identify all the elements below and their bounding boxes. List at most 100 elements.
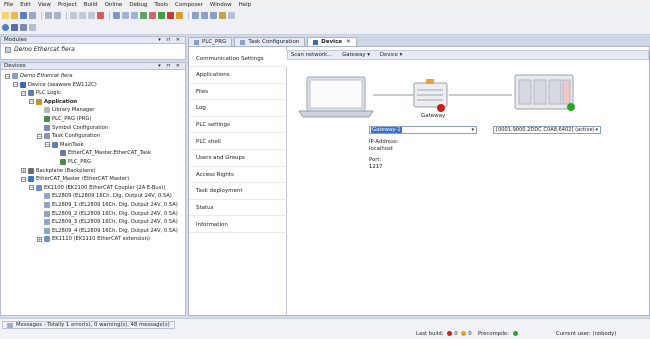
tree-item[interactable]: Library Manager [37, 106, 95, 114]
tree-item[interactable]: − PLC Logic [21, 89, 61, 97]
panel-controls-icon[interactable]: ▾ ⊓ ✕ [158, 37, 182, 43]
messages-tab[interactable]: Messages - Totally 1 error(s), 0 warning… [2, 321, 175, 329]
build-icon[interactable] [122, 12, 129, 19]
modules-panel-header: Modules ▾ ⊓ ✕ [0, 36, 186, 44]
menu-project[interactable]: Project [58, 2, 77, 8]
login-icon[interactable] [140, 12, 147, 19]
tree-item[interactable]: EL2809_1 (EL2809 16Ch. Dig. Output 24V, … [37, 201, 178, 209]
tree-item[interactable]: + Backplane (Backplane) [21, 167, 96, 175]
tree-item[interactable]: Symbol Configuration [37, 124, 108, 132]
device-tab-users-and-groups[interactable]: Users and Groups [189, 151, 287, 167]
close-icon[interactable]: ✕ [346, 39, 351, 45]
write-values-icon[interactable] [228, 12, 235, 19]
device-tab-task-deployment[interactable]: Task deployment [189, 184, 287, 200]
expand-icon[interactable]: + [37, 236, 42, 242]
device-icon[interactable] [2, 24, 9, 31]
print-icon[interactable] [29, 12, 36, 19]
tree-item[interactable]: PLC_PRG [53, 158, 91, 166]
tree-item[interactable]: EL2809_4 (EL2809 16Ch. Dig. Output 24V, … [37, 227, 178, 235]
device-tab-information[interactable]: Information [189, 217, 287, 233]
scan-network-button[interactable]: Scan network... [291, 52, 332, 58]
tree-item[interactable]: − MainTask [45, 141, 84, 149]
tools-icon[interactable] [20, 24, 27, 31]
collapse-icon[interactable]: − [45, 142, 50, 148]
error-count: 0 [454, 331, 458, 337]
node-icon [44, 133, 50, 140]
collapse-icon[interactable]: − [13, 82, 18, 88]
tree-item[interactable]: EL2809_2 (EL2809 16Ch. Dig. Output 24V, … [37, 210, 178, 218]
stop-icon[interactable] [167, 12, 174, 19]
delete-icon[interactable] [97, 12, 104, 19]
reset-icon[interactable] [176, 12, 183, 19]
breakpoint-icon[interactable] [219, 12, 226, 19]
panel-controls-icon[interactable]: ▾ ⊓ ✕ [158, 63, 182, 69]
logout-icon[interactable] [149, 12, 156, 19]
node-icon [60, 159, 66, 165]
collapse-icon[interactable]: − [29, 99, 34, 105]
menu-tools[interactable]: Tools [154, 2, 168, 8]
expand-icon[interactable]: + [21, 168, 26, 174]
tree-item[interactable]: − EtherCAT_Master (EtherCAT Master) [21, 175, 129, 183]
tab-device[interactable]: Device ✕ [307, 37, 357, 46]
menu-composer[interactable]: Composer [175, 2, 203, 8]
device-tab-plc-shell[interactable]: PLC shell [189, 134, 287, 150]
tree-item[interactable]: − Task Configuration [37, 132, 100, 140]
network-icon[interactable] [11, 24, 18, 31]
settings-icon[interactable] [29, 24, 36, 31]
plc-device-icon[interactable] [514, 74, 575, 111]
menu-file[interactable]: File [4, 2, 13, 8]
gateway-device-icon[interactable] [413, 79, 448, 112]
tree-item[interactable]: EtherCAT_Master.EtherCAT_Task [53, 149, 151, 157]
paste-icon[interactable] [88, 12, 95, 19]
tree-item[interactable]: − Demo Ethercat fiera [5, 72, 73, 80]
menu-debug[interactable]: Debug [129, 2, 147, 8]
step-over-icon[interactable] [192, 12, 199, 19]
menu-online[interactable]: Online [105, 2, 123, 8]
tree-item[interactable]: − EK1100 (EK1100 EtherCAT Coupler (2A E-B… [29, 184, 165, 192]
collapse-icon[interactable]: − [29, 185, 34, 191]
module-item[interactable]: Demo Ethercat fiera [5, 46, 75, 53]
collapse-icon[interactable]: − [21, 176, 26, 182]
menu-window[interactable]: Window [210, 2, 232, 8]
collapse-icon[interactable]: − [21, 90, 26, 96]
tree-item[interactable]: + EK1110 (EK1110 EtherCAT extension) [37, 235, 150, 243]
device-tab-applications[interactable]: Applications [189, 68, 287, 84]
device-tab-log[interactable]: Log [189, 101, 287, 117]
port-label: Port: [369, 157, 382, 163]
node-icon [36, 184, 42, 191]
new-project-icon[interactable] [2, 12, 9, 19]
menu-edit[interactable]: Edit [20, 2, 31, 8]
open-project-icon[interactable] [11, 12, 18, 19]
device-menu[interactable]: Device ▾ [380, 52, 402, 58]
device-select[interactable]: [0001.9000.2DDC.C0A8.6402] (active) ▾ [493, 126, 601, 134]
device-tab-access-rights[interactable]: Access Rights [189, 167, 287, 184]
copy-icon[interactable] [79, 12, 86, 19]
step-into-icon[interactable] [201, 12, 208, 19]
undo-icon[interactable] [45, 12, 52, 19]
gateway-select[interactable]: Gateway-1 ▾ [369, 126, 477, 134]
save-icon[interactable] [20, 12, 27, 19]
tree-item[interactable]: EL2809 (EL2809 16Ch. Dig. Output 24V, 0.… [37, 192, 172, 200]
redo-icon[interactable] [54, 12, 61, 19]
menu-build[interactable]: Build [84, 2, 98, 8]
cut-icon[interactable] [70, 12, 77, 19]
device-tab-files[interactable]: Files [189, 84, 287, 101]
menu-view[interactable]: View [38, 2, 51, 8]
run-icon[interactable] [158, 12, 165, 19]
step-out-icon[interactable] [210, 12, 217, 19]
menu-help[interactable]: Help [239, 2, 252, 8]
tree-item[interactable]: EL2809_3 (EL2809 16Ch. Dig. Output 24V, … [37, 218, 178, 226]
collapse-icon[interactable]: − [5, 73, 10, 79]
tree-item[interactable]: − Device (seaware EW112C) [13, 81, 97, 89]
tab-task-configuration[interactable]: Task Configuration [234, 37, 306, 46]
tab-plc-prg[interactable]: PLC_PRG [188, 37, 233, 46]
gateway-menu[interactable]: Gateway ▾ [342, 52, 370, 58]
rebuild-icon[interactable] [131, 12, 138, 19]
device-tab-communication-settings[interactable]: Communication Settings [189, 51, 287, 67]
collapse-icon[interactable]: − [37, 133, 42, 139]
device-tab-plc-settings[interactable]: PLC settings [189, 117, 287, 134]
device-tab-status[interactable]: Status [189, 200, 287, 217]
tree-item[interactable]: − Application [29, 98, 77, 106]
find-icon[interactable] [113, 12, 120, 19]
tree-item[interactable]: PLC_PRG (PRG) [37, 115, 91, 123]
